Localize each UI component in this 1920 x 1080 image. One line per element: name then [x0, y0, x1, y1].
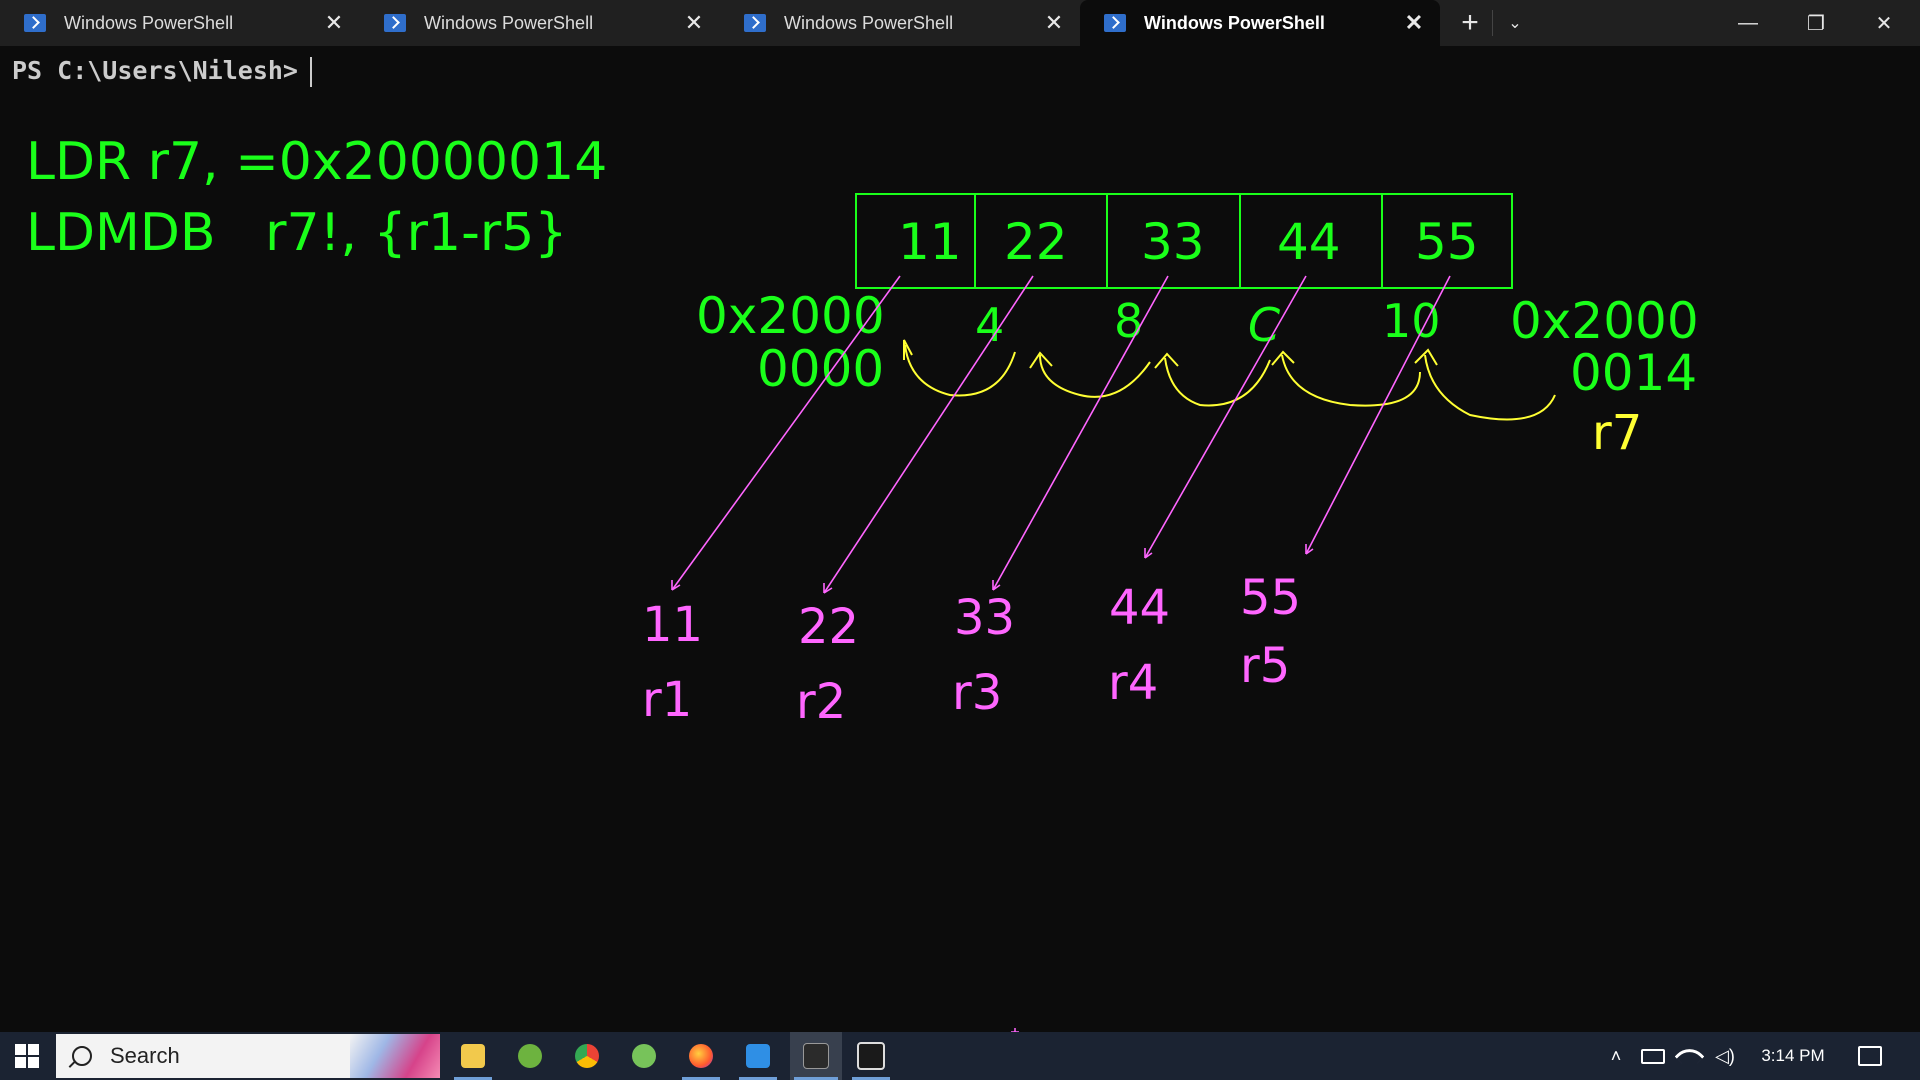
prompt-text: PS C:\Users\Nilesh>: [12, 56, 298, 85]
spring-boot-icon: [632, 1044, 656, 1068]
memory-cell-value: 55: [1415, 213, 1479, 271]
start-button[interactable]: [0, 1032, 54, 1080]
register-value: 11: [642, 597, 704, 653]
spring-tool-icon: [518, 1044, 542, 1068]
register-name: r4: [1108, 655, 1159, 711]
tab-powershell-2[interactable]: Windows PowerShell ✕: [360, 0, 720, 46]
notification-icon: [1858, 1046, 1882, 1066]
close-tab-icon[interactable]: ✕: [322, 11, 346, 35]
memory-cell-value: 11: [898, 213, 962, 271]
pointer-register-label: r7: [1592, 405, 1643, 461]
spring-tool-button[interactable]: [507, 1032, 553, 1080]
base-address-line1: 0x2000: [696, 287, 885, 345]
end-address-line1: 0x2000: [1510, 292, 1699, 350]
terminal-button[interactable]: [790, 1032, 842, 1080]
vscode-icon: [746, 1044, 770, 1068]
tab-powershell-3[interactable]: Windows PowerShell ✕: [720, 0, 1080, 46]
register-value: 44: [1109, 580, 1171, 636]
network-button[interactable]: [1672, 1032, 1706, 1080]
windows-logo-icon: [15, 1044, 39, 1068]
battery-icon: [1641, 1048, 1665, 1064]
offset-label: 10: [1382, 294, 1441, 348]
end-address-line2: 0014: [1570, 344, 1698, 402]
offset-label: C: [1248, 298, 1281, 352]
firefox-button[interactable]: [678, 1032, 724, 1080]
tab-powershell-4[interactable]: Windows PowerShell ✕: [1080, 0, 1440, 46]
restore-button[interactable]: ❐: [1782, 0, 1850, 46]
minimize-button[interactable]: —: [1714, 0, 1782, 46]
chevron-up-icon: ˄: [1610, 1045, 1622, 1066]
spring-boot-button[interactable]: [621, 1032, 667, 1080]
battery-button[interactable]: [1636, 1032, 1670, 1080]
memory-cell-value: 33: [1141, 213, 1205, 271]
tab-title: Windows PowerShell: [784, 12, 954, 33]
powershell-icon: [24, 14, 46, 32]
terminal-icon: [803, 1043, 829, 1069]
tab-powershell-1[interactable]: Windows PowerShell ✕: [0, 0, 360, 46]
tab-title: Windows PowerShell: [424, 12, 594, 33]
search-highlight-image: [350, 1034, 440, 1078]
memory-cell-value: 22: [1004, 213, 1068, 271]
close-tab-icon[interactable]: ✕: [1042, 11, 1066, 35]
close-tab-icon[interactable]: ✕: [1402, 11, 1426, 35]
memory-cell-value: 44: [1277, 213, 1341, 271]
search-placeholder: Search: [110, 1043, 180, 1068]
firefox-icon: [689, 1044, 713, 1068]
register-value: 33: [954, 590, 1016, 646]
register-value: 22: [798, 599, 860, 655]
register-name: r2: [796, 674, 847, 730]
register-name: r1: [642, 672, 693, 728]
new-tab-button[interactable]: +: [1448, 0, 1492, 46]
tab-bar: Windows PowerShell ✕ Windows PowerShell …: [0, 0, 1920, 46]
taskbar: Search ˄ ◁) 3:14 PM: [0, 1032, 1920, 1080]
chrome-button[interactable]: [564, 1032, 610, 1080]
file-explorer-icon: [461, 1044, 485, 1068]
offset-label: 8: [1114, 294, 1144, 348]
taskbar-search[interactable]: Search: [56, 1034, 440, 1078]
register-name: r5: [1240, 638, 1291, 694]
terminal-prompt[interactable]: PS C:\Users\Nilesh>: [12, 56, 312, 87]
search-icon: [72, 1046, 92, 1066]
close-window-button[interactable]: ✕: [1850, 0, 1918, 46]
speaker-icon: ◁): [1715, 1045, 1735, 1066]
media-app-button[interactable]: [848, 1032, 894, 1080]
media-app-icon: [857, 1042, 885, 1070]
tab-title: Windows PowerShell: [1144, 12, 1325, 33]
show-hidden-icons-button[interactable]: ˄: [1598, 1032, 1634, 1080]
close-tab-icon[interactable]: ✕: [682, 11, 706, 35]
notifications-button[interactable]: [1852, 1032, 1888, 1080]
tab-title: Windows PowerShell: [64, 12, 234, 33]
register-name: r3: [952, 665, 1003, 721]
text-cursor: [309, 57, 312, 87]
instruction-ldmdb: LDMDB r7!, {r1-r5}: [26, 203, 568, 263]
powershell-icon: [744, 14, 766, 32]
tab-dropdown-button[interactable]: ⌄: [1492, 10, 1537, 36]
instruction-ldr: LDR r7, =0x20000014: [26, 132, 608, 192]
wifi-icon: [1674, 1041, 1704, 1071]
powershell-icon: [384, 14, 406, 32]
offset-label: 4: [975, 298, 1005, 352]
register-value: 55: [1240, 570, 1302, 626]
powershell-icon: [1104, 14, 1126, 32]
clock[interactable]: 3:14 PM: [1748, 1032, 1838, 1080]
file-explorer-button[interactable]: [450, 1032, 496, 1080]
base-address-line2: 0000: [757, 340, 885, 398]
chrome-icon: [575, 1044, 599, 1068]
vscode-button[interactable]: [735, 1032, 781, 1080]
volume-button[interactable]: ◁): [1708, 1032, 1742, 1080]
